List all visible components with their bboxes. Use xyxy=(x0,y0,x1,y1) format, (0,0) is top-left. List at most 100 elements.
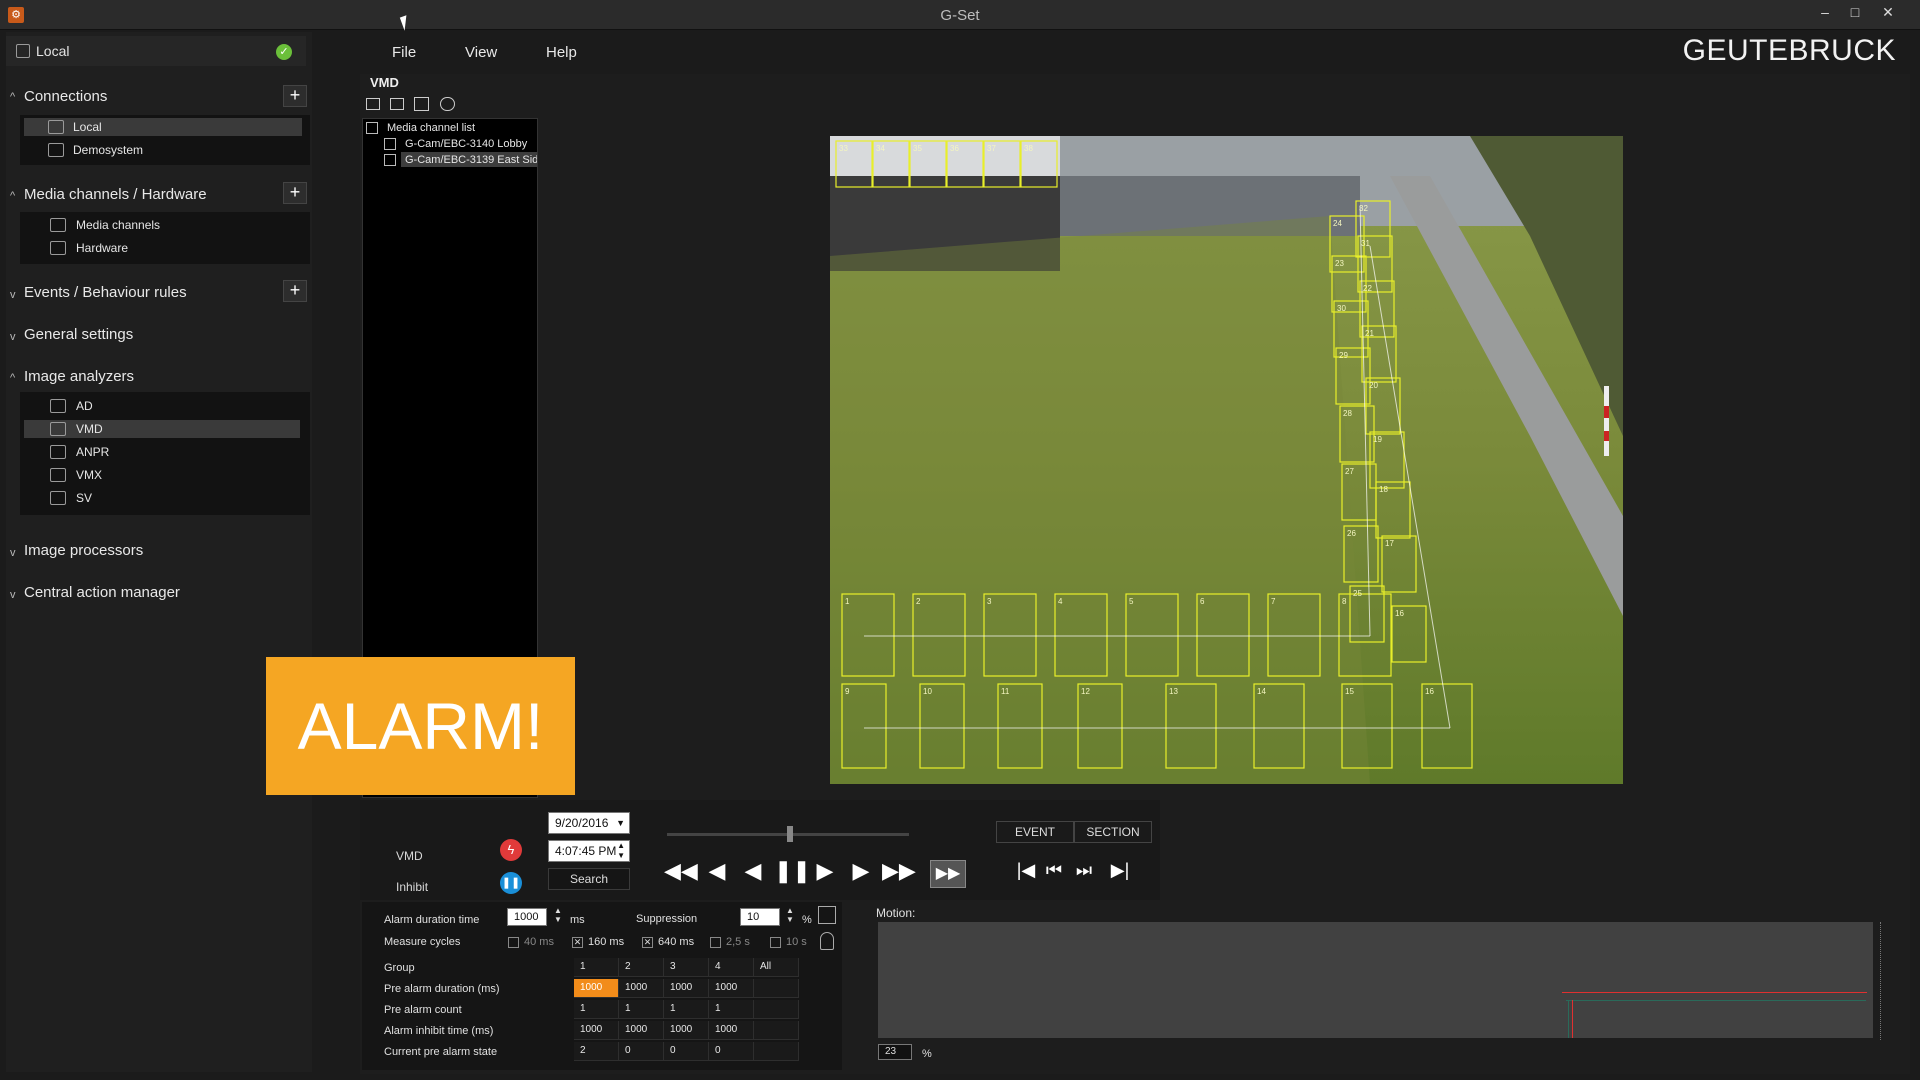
expand-central-icon[interactable]: v xyxy=(10,589,16,601)
camera-video-feed[interactable]: 33 34 35 36 37 38 32 24 31 23 22 30 21 29 20 28 19 27 18 26… xyxy=(830,136,1623,784)
motion-value-field[interactable]: 23 xyxy=(878,1044,912,1060)
table-cell[interactable]: 1 xyxy=(664,1000,709,1019)
section-central-action-manager[interactable]: Central action manager xyxy=(24,584,180,601)
analyzer-settings-icon[interactable] xyxy=(414,97,429,111)
collapse-analyzers-icon[interactable]: ^ xyxy=(10,372,15,384)
collapse-all-icon[interactable] xyxy=(390,98,404,110)
hide-icon[interactable] xyxy=(440,97,455,111)
motion-scale[interactable] xyxy=(1880,922,1892,1040)
group-column-header[interactable]: 2 xyxy=(619,958,664,977)
expand-all-icon[interactable] xyxy=(366,98,380,110)
minimize-button[interactable]: – xyxy=(1813,2,1837,22)
tree-root[interactable]: Media channel list xyxy=(387,122,475,134)
section-general-settings[interactable]: General settings xyxy=(24,326,133,343)
section-image-processors[interactable]: Image processors xyxy=(24,542,143,559)
suppression-input[interactable]: 10 xyxy=(740,908,780,926)
expand-general-icon[interactable]: v xyxy=(10,331,16,343)
step-back-icon[interactable]: ◀ xyxy=(702,858,732,884)
tree-item-lobby[interactable]: G-Cam/EBC-3140 Lobby xyxy=(405,138,527,150)
group-column-header[interactable]: All xyxy=(754,958,799,977)
close-button[interactable]: ✕ xyxy=(1876,2,1900,22)
table-cell[interactable] xyxy=(754,1000,799,1019)
table-cell[interactable]: 2 xyxy=(574,1042,619,1061)
date-picker[interactable]: 9/20/2016 ▼ xyxy=(548,812,630,834)
table-cell[interactable]: 1000 xyxy=(619,1021,664,1040)
measure-cycle-checkbox[interactable] xyxy=(508,937,519,948)
table-cell[interactable]: 1000 xyxy=(709,979,754,998)
menu-help[interactable]: Help xyxy=(546,44,577,61)
table-cell[interactable]: 1000 xyxy=(574,1021,619,1040)
pause-icon[interactable]: ❚❚ xyxy=(774,858,811,884)
section-connections[interactable]: Connections xyxy=(24,88,107,105)
table-cell[interactable]: 0 xyxy=(619,1042,664,1061)
add-connection-button[interactable]: + xyxy=(283,85,307,107)
table-cell[interactable] xyxy=(754,1042,799,1061)
suppression-stepper-icon[interactable]: ▲ ▼ xyxy=(786,906,794,924)
table-cell[interactable] xyxy=(754,979,799,998)
vmd-alarm-icon[interactable]: ϟ xyxy=(500,839,522,861)
collapse-connections-icon[interactable]: ^ xyxy=(10,91,15,103)
table-cell[interactable]: 0 xyxy=(709,1042,754,1061)
prev-event-icon[interactable]: ⏮ xyxy=(1040,860,1068,881)
maximize-button[interactable]: □ xyxy=(1843,2,1867,22)
play-reverse-icon[interactable]: ◀ xyxy=(738,858,768,884)
measure-cycle-checkbox[interactable] xyxy=(770,937,781,948)
menu-file[interactable]: File xyxy=(392,44,416,61)
analyzer-item-vmd[interactable]: VMD xyxy=(76,422,103,436)
connection-item-local[interactable]: Local xyxy=(73,120,102,134)
expand-processors-icon[interactable]: v xyxy=(10,547,16,559)
connection-item-demosystem[interactable]: Demosystem xyxy=(73,143,143,157)
section-media-hardware[interactable]: Media channels / Hardware xyxy=(24,186,207,203)
skip-start-icon[interactable]: |◀ xyxy=(1012,860,1040,881)
group-column-header[interactable]: 4 xyxy=(709,958,754,977)
skip-end-icon[interactable]: ▶| xyxy=(1106,860,1134,881)
expand-events-icon[interactable]: v xyxy=(10,289,16,301)
step-forward-icon[interactable]: ▶ xyxy=(846,858,876,884)
chevron-down-icon[interactable]: ▼ xyxy=(616,813,625,833)
table-cell[interactable]: 1 xyxy=(619,1000,664,1019)
group-column-header[interactable]: 1 xyxy=(574,958,619,977)
timeline-handle[interactable] xyxy=(787,826,793,842)
analyzer-item-vmx[interactable]: VMX xyxy=(76,468,102,482)
inhibit-pause-icon[interactable]: ❚❚ xyxy=(500,872,522,894)
section-events[interactable]: Events / Behaviour rules xyxy=(24,284,187,301)
table-cell[interactable]: 1000 xyxy=(664,979,709,998)
table-cell[interactable] xyxy=(754,1021,799,1040)
local-connection-bar[interactable]: Local ✓ xyxy=(6,36,306,66)
measure-cycle-checkbox[interactable]: ✕ xyxy=(642,937,653,948)
table-cell[interactable]: 1000 xyxy=(709,1021,754,1040)
analyzer-item-ad[interactable]: AD xyxy=(76,399,93,413)
analyzer-item-sv[interactable]: SV xyxy=(76,491,92,505)
analyzer-item-anpr[interactable]: ANPR xyxy=(76,445,109,459)
save-settings-icon[interactable] xyxy=(818,906,836,924)
section-image-analyzers[interactable]: Image analyzers xyxy=(24,368,134,385)
time-field[interactable]: 4:07:45 PM ▲ ▼ xyxy=(548,840,630,862)
search-button[interactable]: Search xyxy=(548,868,630,890)
play-icon[interactable]: ▶ xyxy=(810,858,840,884)
measure-cycle-checkbox[interactable]: ✕ xyxy=(572,937,583,948)
group-column-header[interactable]: 3 xyxy=(664,958,709,977)
collapse-media-icon[interactable]: ^ xyxy=(10,190,15,202)
table-cell[interactable]: 1 xyxy=(574,1000,619,1019)
tree-item-east-side[interactable]: G-Cam/EBC-3139 East Side xyxy=(405,154,537,166)
time-stepper-icon[interactable]: ▲ ▼ xyxy=(617,841,625,861)
alarm-duration-stepper-icon[interactable]: ▲ ▼ xyxy=(554,906,562,924)
table-cell[interactable]: 1000 xyxy=(664,1021,709,1040)
tab-event[interactable]: EVENT xyxy=(996,821,1074,843)
measure-cycle-checkbox[interactable] xyxy=(710,937,721,948)
person-icon[interactable] xyxy=(820,932,834,950)
fast-rewind-icon[interactable]: ◀◀ xyxy=(664,858,698,884)
alarm-duration-input[interactable]: 1000 xyxy=(507,908,547,926)
tab-section[interactable]: SECTION xyxy=(1074,821,1152,843)
table-cell[interactable]: 0 xyxy=(664,1042,709,1061)
table-cell[interactable]: 1000 xyxy=(619,979,664,998)
fast-forward-icon[interactable]: ▶▶ xyxy=(882,858,916,884)
menu-view[interactable]: View xyxy=(465,44,497,61)
next-event-icon[interactable]: ⏭ xyxy=(1070,860,1098,881)
media-item-hardware[interactable]: Hardware xyxy=(76,241,128,255)
add-media-button[interactable]: + xyxy=(283,182,307,204)
add-event-button[interactable]: + xyxy=(283,280,307,302)
media-item-channels[interactable]: Media channels xyxy=(76,218,160,232)
table-cell[interactable]: 1 xyxy=(709,1000,754,1019)
table-cell[interactable]: 1000 xyxy=(574,979,619,998)
